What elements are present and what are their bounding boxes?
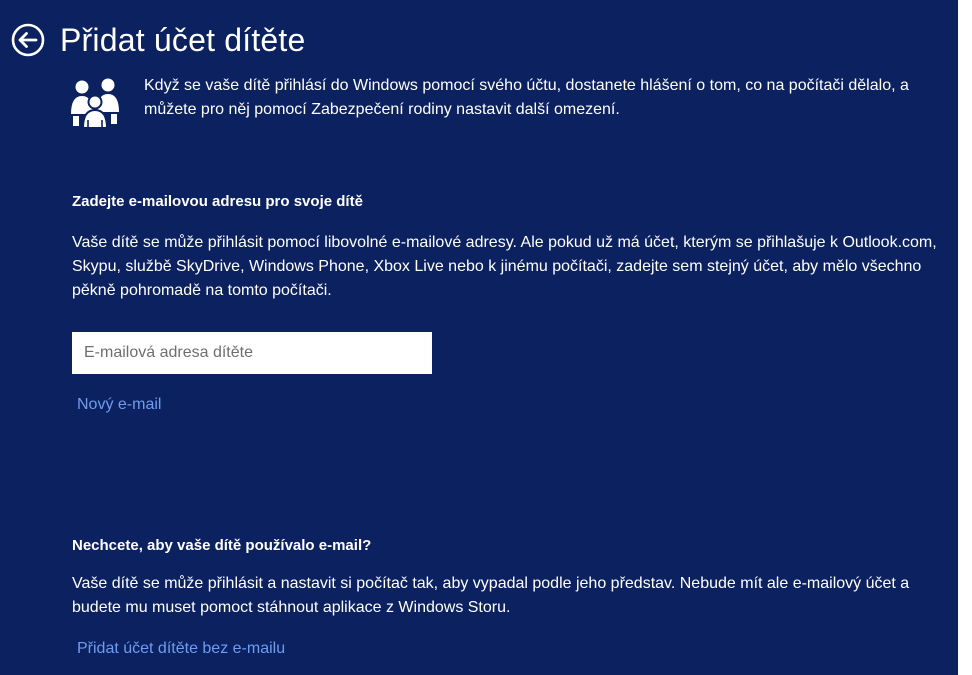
- page-title: Přidat účet dítěte: [60, 22, 306, 58]
- child-email-input[interactable]: [72, 332, 432, 374]
- page-header: Přidat účet dítěte: [10, 20, 306, 60]
- new-email-link[interactable]: Nový e-mail: [77, 396, 161, 414]
- add-child-account-panel: Přidat účet dítěte Když se vaše dítě při…: [0, 0, 958, 675]
- email-section-description: Vaše dítě se může přihlásit pomocí libov…: [72, 234, 937, 299]
- intro-text: Když se vaše dítě přihlásí do Windows po…: [144, 77, 909, 118]
- family-icon: [71, 78, 119, 129]
- email-section-heading: Zadejte e-mailovou adresu pro svoje dítě: [72, 193, 363, 210]
- no-email-section-heading: Nechcete, aby vaše dítě používalo e-mail…: [72, 537, 372, 554]
- add-without-email-link[interactable]: Přidat účet dítěte bez e-mailu: [77, 640, 285, 658]
- back-button[interactable]: [10, 22, 46, 58]
- no-email-section-description: Vaše dítě se může přihlásit a nastavit s…: [72, 575, 910, 616]
- intro-block: Když se vaše dítě přihlásí do Windows po…: [68, 74, 952, 130]
- back-arrow-icon: [11, 23, 45, 57]
